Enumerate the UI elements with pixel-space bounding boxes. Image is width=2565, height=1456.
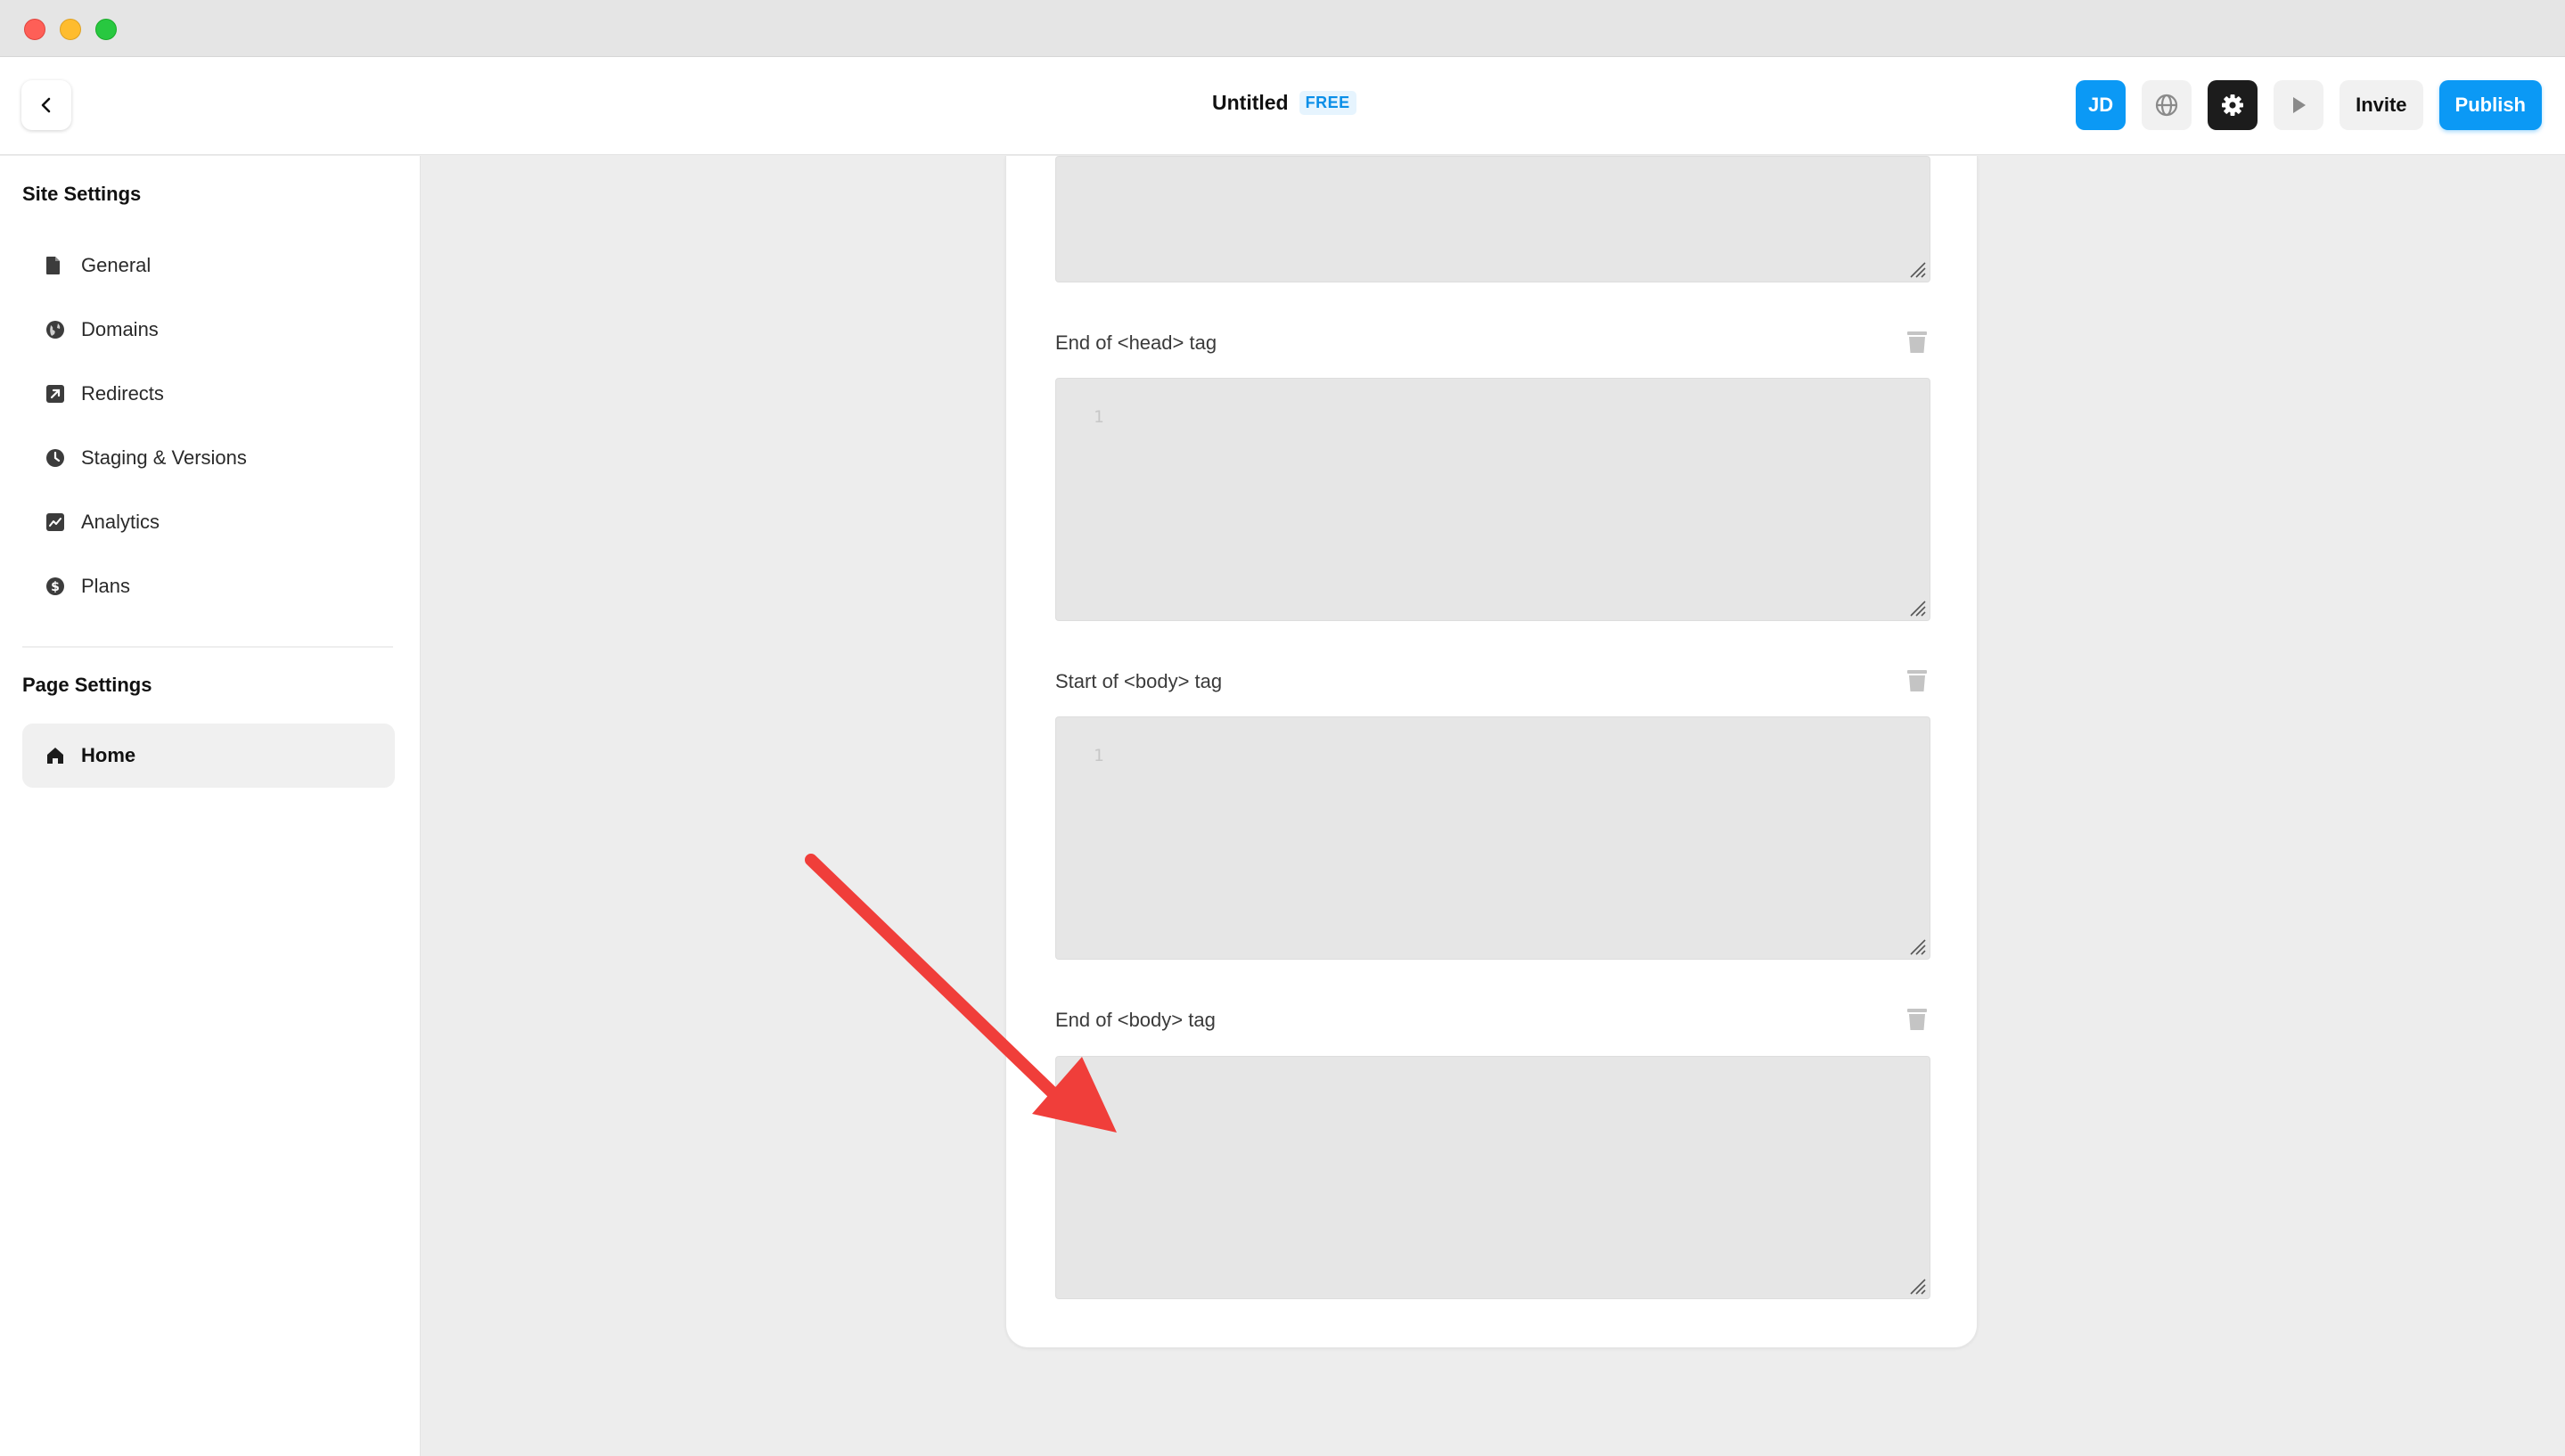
- svg-text:$: $: [51, 580, 60, 594]
- gear-icon: [2222, 94, 2244, 116]
- sidebar-item-plans[interactable]: $ Plans: [22, 554, 395, 618]
- resize-grip-icon[interactable]: [1906, 597, 1926, 617]
- sidebar-item-label: Analytics: [81, 511, 160, 533]
- globe-icon: [2155, 94, 2178, 117]
- top-bar: Untitled FREE JD Invite Publish: [0, 57, 2565, 155]
- top-actions: JD Invite Publish: [2076, 80, 2542, 130]
- document-title: Untitled FREE: [1212, 91, 1356, 115]
- sidebar-item-staging-versions[interactable]: Staging & Versions: [22, 426, 395, 490]
- globe-button[interactable]: [2142, 80, 2192, 130]
- plan-badge: FREE: [1299, 91, 1356, 115]
- window-minimize-button[interactable]: [60, 19, 81, 40]
- sidebar-item-label: General: [81, 254, 152, 276]
- publish-button[interactable]: Publish: [2438, 80, 2542, 130]
- dollar-icon: $: [46, 577, 64, 595]
- preview-button[interactable]: [2274, 80, 2324, 130]
- sidebar-divider: [22, 646, 393, 648]
- end-of-head-editor[interactable]: 1: [1055, 378, 1930, 621]
- sidebar-item-general[interactable]: General: [22, 233, 395, 298]
- sidebar-item-label: Plans: [81, 575, 131, 597]
- chevron-left-icon: [41, 97, 51, 113]
- start-of-body-label: Start of <body> tag: [1055, 670, 1223, 692]
- avatar[interactable]: JD: [2076, 80, 2127, 130]
- end-of-body-label: End of <body> tag: [1055, 1009, 1216, 1031]
- settings-button[interactable]: [2208, 80, 2258, 130]
- settings-sidebar: Site Settings General Domains Redirects …: [0, 156, 421, 1456]
- document-name[interactable]: Untitled: [1212, 91, 1289, 115]
- sidebar-item-redirects[interactable]: Redirects: [22, 362, 395, 426]
- resize-grip-icon[interactable]: [1906, 936, 1926, 955]
- sidebar-item-analytics[interactable]: Analytics: [22, 490, 395, 554]
- custom-code-card: End of <head> tag 1 Start of <body> tag …: [1005, 156, 1978, 1348]
- clock-icon: [46, 449, 64, 467]
- end-of-head-label: End of <head> tag: [1055, 331, 1217, 354]
- window-zoom-button[interactable]: [95, 19, 117, 40]
- sidebar-item-domains[interactable]: Domains: [22, 298, 395, 362]
- site-settings-heading: Site Settings: [22, 183, 142, 205]
- globe-icon: [46, 321, 64, 339]
- resize-grip-icon[interactable]: [1906, 258, 1926, 278]
- invite-button[interactable]: Invite: [2340, 80, 2423, 130]
- play-icon: [2293, 97, 2307, 113]
- page-settings-heading: Page Settings: [22, 674, 152, 696]
- resize-grip-icon[interactable]: [1906, 1275, 1926, 1295]
- trash-icon[interactable]: [1906, 329, 1928, 354]
- trash-icon[interactable]: [1906, 1006, 1928, 1031]
- start-of-body-editor[interactable]: 1: [1055, 716, 1930, 960]
- sidebar-item-label: Domains: [81, 318, 159, 340]
- trash-icon[interactable]: [1906, 667, 1928, 692]
- window-titlebar: [0, 0, 2565, 57]
- line-number: 1: [1094, 746, 1104, 765]
- line-number: 1: [1094, 407, 1104, 427]
- sidebar-item-label: Staging & Versions: [81, 446, 247, 469]
- sidebar-item-label: Home: [81, 744, 136, 766]
- sidebar-item-home[interactable]: Home: [22, 724, 395, 788]
- chart-icon: [46, 513, 64, 531]
- back-button[interactable]: [21, 80, 71, 130]
- home-icon: [47, 748, 63, 764]
- end-of-body-editor[interactable]: [1055, 1056, 1930, 1299]
- file-icon: [46, 257, 60, 274]
- window-close-button[interactable]: [24, 19, 45, 40]
- redirect-icon: [46, 385, 64, 403]
- code-editor-partial[interactable]: [1055, 156, 1930, 282]
- sidebar-item-label: Redirects: [81, 382, 164, 405]
